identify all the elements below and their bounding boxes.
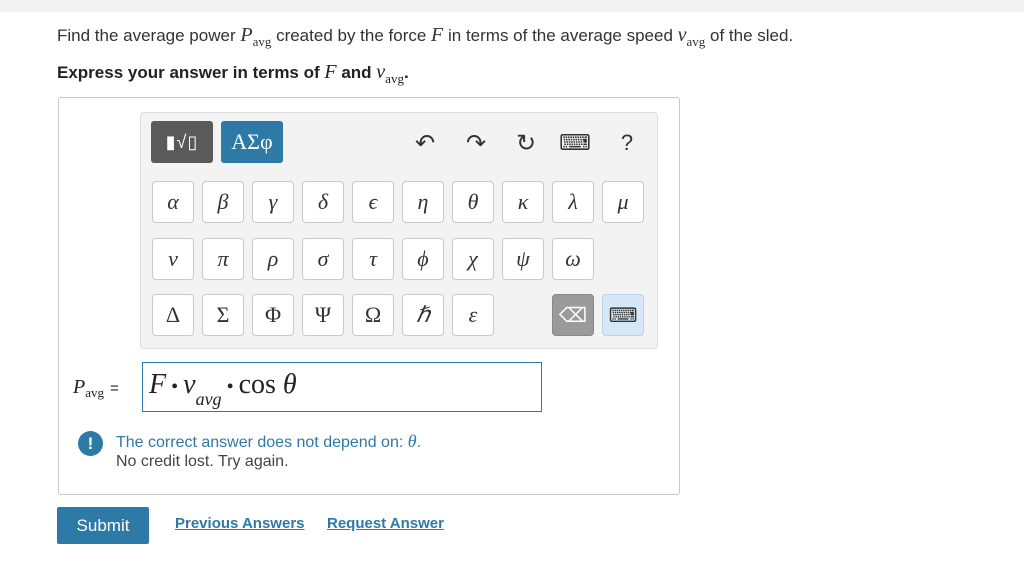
key-pi[interactable]: π bbox=[202, 238, 244, 280]
key-hbar[interactable]: ℏ bbox=[402, 294, 444, 336]
key-chi[interactable]: χ bbox=[452, 238, 494, 280]
key-alpha[interactable]: α bbox=[152, 181, 194, 223]
keyboard-shortcuts-icon[interactable]: ⌨ bbox=[559, 128, 591, 158]
key-omega[interactable]: ω bbox=[552, 238, 594, 280]
key-rho[interactable]: ρ bbox=[252, 238, 294, 280]
key-gamma[interactable]: γ bbox=[252, 181, 294, 223]
redo-icon[interactable]: ↷ bbox=[461, 128, 491, 158]
key-capital-delta[interactable]: Δ bbox=[152, 294, 194, 336]
keyboard-toggle-icon[interactable]: ⌨ bbox=[602, 294, 644, 336]
undo-icon[interactable]: ↶ bbox=[410, 128, 440, 158]
top-bar bbox=[0, 0, 1024, 12]
request-answer-link[interactable]: Request Answer bbox=[327, 515, 444, 532]
key-psi[interactable]: ψ bbox=[502, 238, 544, 280]
key-sigma[interactable]: σ bbox=[302, 238, 344, 280]
key-varepsilon[interactable]: ε bbox=[452, 294, 494, 336]
answer-label: Pavg = bbox=[73, 376, 119, 400]
feedback-note: No credit lost. Try again. bbox=[116, 453, 289, 470]
question-instruction: Express your answer in terms of F and va… bbox=[57, 61, 409, 86]
submit-button[interactable]: Submit bbox=[57, 507, 149, 544]
key-capital-omega[interactable]: Ω bbox=[352, 294, 394, 336]
reset-icon[interactable]: ↻ bbox=[511, 128, 541, 158]
key-beta[interactable]: β bbox=[202, 181, 244, 223]
greek-symbols-button[interactable]: ΑΣφ bbox=[221, 121, 283, 163]
key-capital-phi[interactable]: Φ bbox=[252, 294, 294, 336]
backspace-icon[interactable]: ⌫ bbox=[552, 294, 594, 336]
help-icon[interactable]: ? bbox=[612, 128, 642, 158]
key-epsilon[interactable]: ϵ bbox=[352, 181, 394, 223]
key-kappa[interactable]: κ bbox=[502, 181, 544, 223]
key-capital-sigma[interactable]: Σ bbox=[202, 294, 244, 336]
answer-input[interactable]: F • vavg • cos θ bbox=[142, 362, 542, 412]
key-lambda[interactable]: λ bbox=[552, 181, 594, 223]
key-mu[interactable]: μ bbox=[602, 181, 644, 223]
key-theta[interactable]: θ bbox=[452, 181, 494, 223]
feedback-message: The correct answer does not depend on: θ… bbox=[116, 431, 422, 451]
key-delta[interactable]: δ bbox=[302, 181, 344, 223]
previous-answers-link[interactable]: Previous Answers bbox=[175, 515, 305, 532]
alert-icon: ! bbox=[78, 431, 103, 456]
key-eta[interactable]: η bbox=[402, 181, 444, 223]
key-nu[interactable]: ν bbox=[152, 238, 194, 280]
question-text: Find the average power Pavg created by t… bbox=[57, 24, 794, 49]
answer-expression: F • vavg • cos θ bbox=[149, 369, 297, 409]
key-tau[interactable]: τ bbox=[352, 238, 394, 280]
templates-button[interactable]: ▮√▯ bbox=[151, 121, 213, 163]
key-phi[interactable]: ϕ bbox=[402, 238, 444, 280]
key-capital-psi[interactable]: Ψ bbox=[302, 294, 344, 336]
